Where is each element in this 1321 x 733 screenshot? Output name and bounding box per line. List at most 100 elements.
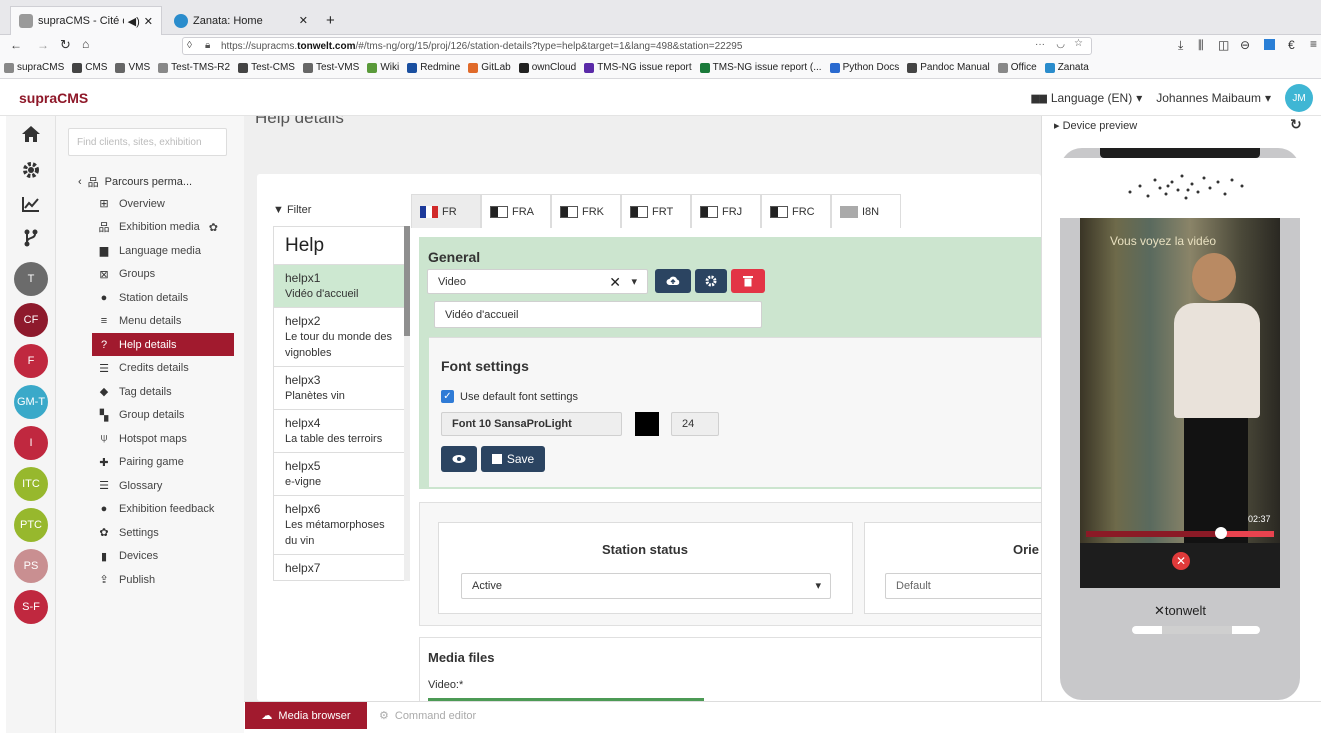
browser-tab-supracms[interactable]: supraCMS - Cité du vi ◀) ✕ — [10, 6, 162, 35]
avatar[interactable]: JM — [1285, 84, 1313, 112]
tab-close-icon[interactable]: ✕ — [299, 14, 308, 27]
gear-icon[interactable]: ✿ — [209, 221, 218, 234]
client-avatar[interactable]: ITC — [14, 467, 48, 501]
video-frame[interactable]: Vous voyez la vidéo 02:37 — [1080, 218, 1280, 543]
list-item[interactable]: helpx4 La table des terroirs — [274, 410, 409, 453]
nav-item-glossary[interactable]: ☰ Glossary — [92, 474, 234, 497]
client-avatar[interactable]: F — [14, 344, 48, 378]
library-icon[interactable]: ⫼ — [1198, 38, 1204, 53]
tab-close-icon[interactable]: ✕ — [144, 15, 153, 28]
client-avatar[interactable]: CF — [14, 303, 48, 337]
bookmark-item[interactable]: Test-VMS — [302, 62, 359, 73]
nav-item-publish[interactable]: ⇪ Publish — [92, 568, 234, 591]
downloads-icon[interactable]: ⤓ — [1178, 38, 1183, 53]
command-editor-button[interactable]: ⚙ Command editor — [379, 709, 476, 723]
title-input[interactable]: Vidéo d'accueil — [434, 301, 762, 328]
nav-item-settings[interactable]: ✿ Settings — [92, 521, 234, 544]
url-bar[interactable]: ◊ 🔒︎ https://supracms. tonwelt.com/#/tms-… — [182, 37, 1092, 55]
checkbox-checked-icon[interactable]: ✓ — [441, 390, 454, 403]
client-avatar[interactable]: PTC — [14, 508, 48, 542]
bookmark-item[interactable]: Test-CMS — [238, 62, 295, 73]
client-avatar[interactable]: T — [14, 262, 48, 296]
tab-frk[interactable]: FRK — [551, 194, 621, 228]
save-button[interactable]: Save — [481, 446, 545, 472]
back-icon[interactable]: ← — [10, 38, 22, 52]
bookmark-item[interactable]: TMS-NG issue report (... — [699, 62, 822, 73]
client-avatar[interactable]: I — [14, 426, 48, 460]
list-scrollbar[interactable] — [404, 226, 410, 581]
tab-frc[interactable]: FRC — [761, 194, 831, 228]
chevron-left-icon[interactable]: ‹ — [78, 176, 82, 188]
extension-icon[interactable]: ⊖ — [1240, 38, 1250, 52]
gear-icon[interactable] — [21, 160, 41, 180]
parent-breadcrumb[interactable]: ‹ 品 Parcours perma... — [78, 174, 192, 190]
list-item[interactable]: helpx5 e-vigne — [274, 453, 409, 496]
nav-item-groups[interactable]: ⊠ Groups — [92, 263, 234, 286]
home-icon[interactable]: ⌂ — [82, 37, 89, 51]
client-avatar[interactable]: GM-T — [14, 385, 48, 419]
tab-frj[interactable]: FRJ — [691, 194, 761, 228]
delete-button[interactable] — [731, 269, 765, 293]
tab-fra[interactable]: FRA — [481, 194, 551, 228]
bookmark-star-icon[interactable]: ☆ — [1074, 38, 1083, 49]
video-progress-track[interactable] — [1086, 527, 1274, 539]
bookmark-item[interactable]: supraCMS — [4, 62, 64, 73]
bookmark-item[interactable]: Pandoc Manual — [907, 62, 990, 73]
browser-tab-zanata[interactable]: Zanata: Home ✕ — [166, 6, 316, 35]
nav-item-pairing-game[interactable]: ✚ Pairing game — [92, 451, 234, 474]
font-name-field[interactable]: Font 10 SansaProLight — [441, 412, 622, 436]
bookmark-item[interactable]: CMS — [72, 62, 107, 73]
extension-square-icon[interactable] — [1264, 39, 1275, 50]
client-avatar[interactable]: PS — [14, 549, 48, 583]
audio-icon[interactable]: ◀) — [128, 15, 140, 28]
bookmark-item[interactable]: GitLab — [468, 62, 511, 73]
sidebar-icon[interactable]: ◫ — [1218, 38, 1229, 52]
extension-e-icon[interactable]: € — [1288, 38, 1295, 52]
tab-fr[interactable]: FR — [411, 194, 481, 228]
new-tab-button[interactable]: + — [318, 6, 340, 35]
tab-i8n[interactable]: I8N — [831, 194, 901, 228]
bookmark-item[interactable]: Office — [997, 62, 1037, 73]
list-item[interactable]: helpx2 Le tour du monde des vignobles — [274, 308, 409, 367]
bookmark-item[interactable]: Wiki — [367, 62, 399, 73]
clear-icon[interactable]: ✕ — [609, 274, 621, 291]
nav-item-credits-details[interactable]: ☰ Credits details — [92, 357, 234, 380]
preview-eye-button[interactable] — [441, 446, 477, 472]
nav-item-exhibition-feedback[interactable]: ● Exhibition feedback — [92, 498, 234, 521]
code-fork-icon[interactable] — [21, 228, 41, 248]
nav-item-devices[interactable]: ▮ Devices — [92, 545, 234, 568]
nav-item-tag-details[interactable]: ◆ Tag details — [92, 380, 234, 403]
bookmark-item[interactable]: VMS — [115, 62, 150, 73]
device-preview-toggle[interactable]: ▸ Device preview — [1054, 119, 1137, 132]
list-item[interactable]: helpx1 Vidéo d'accueil — [274, 265, 409, 308]
use-default-checkbox-row[interactable]: ✓ Use default font settings — [441, 390, 578, 403]
user-menu[interactable]: Johannes Maibaum ▾ — [1156, 91, 1271, 105]
nav-item-overview[interactable]: ⊞ Overview — [92, 192, 234, 215]
nav-item-exhibition-media[interactable]: 品 Exhibition media ✿ — [92, 216, 234, 239]
bookmark-item[interactable]: TMS-NG issue report — [584, 62, 692, 73]
close-video-icon[interactable]: ✕ — [1172, 552, 1190, 570]
chart-icon[interactable] — [21, 194, 41, 214]
orientation-select[interactable]: Default — [885, 573, 1041, 599]
list-item[interactable]: helpx7 — [274, 555, 409, 580]
type-select[interactable]: Video ✕ ▾ — [427, 269, 648, 294]
tab-frt[interactable]: FRT — [621, 194, 691, 228]
bookmark-item[interactable]: Zanata — [1044, 62, 1089, 73]
bookmark-item[interactable]: ownCloud — [518, 62, 576, 73]
page-actions-icon[interactable]: ··· — [1035, 39, 1045, 50]
bookmark-item[interactable]: Redmine — [407, 62, 460, 73]
list-item[interactable]: helpx6 Les métamorphoses du vin — [274, 496, 409, 555]
nav-item-station-details[interactable]: ● Station details — [92, 286, 234, 309]
reload-icon[interactable]: ↻ — [60, 37, 71, 53]
brand-logo[interactable]: supraCMS — [19, 90, 88, 106]
nav-item-help-details[interactable]: ? Help details — [92, 333, 234, 356]
scrollbar-thumb[interactable] — [404, 226, 410, 336]
font-color-swatch[interactable] — [635, 412, 659, 436]
nav-item-hotspot-maps[interactable]: ⍦ Hotspot maps — [92, 427, 234, 450]
font-size-field[interactable]: 24 — [671, 412, 719, 436]
client-avatar[interactable]: S-F — [14, 590, 48, 624]
media-browser-button[interactable]: ☁ Media browser — [245, 702, 367, 729]
caret-down-icon[interactable]: ▾ — [631, 275, 637, 288]
nav-item-menu-details[interactable]: ≡ Menu details — [92, 310, 234, 333]
bookmark-item[interactable]: Test-TMS-R2 — [158, 62, 230, 73]
